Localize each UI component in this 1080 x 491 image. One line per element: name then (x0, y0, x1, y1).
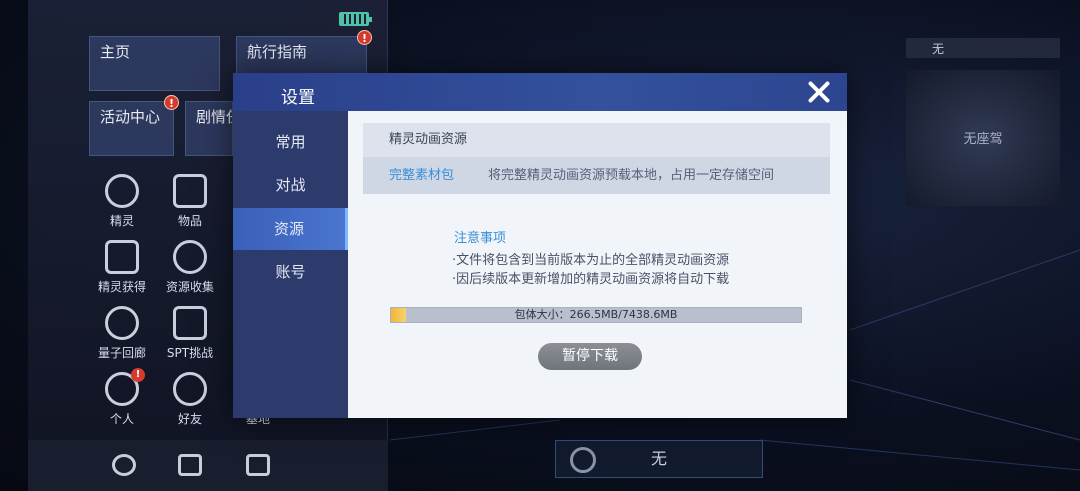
menu-elf-obtain-label: 精灵获得 (97, 280, 146, 294)
option-row[interactable]: 完整素材包 将完整精灵动画资源预载本地，占用一定存储空间 (363, 157, 830, 194)
dialog-title: 设置 (281, 88, 315, 108)
tile-activity-center-label: 活动中心 (100, 108, 161, 126)
spiral-icon (105, 306, 139, 340)
menu-items[interactable]: 物品 (157, 174, 223, 229)
settings-content: 精灵动画资源 完整素材包 将完整精灵动画资源预载本地，占用一定存储空间 注意事项… (348, 111, 847, 418)
slot-icon (570, 447, 596, 473)
pause-download-button[interactable]: 暂停下载 (538, 343, 642, 370)
progress-text: 包体大小：266.5MB/7438.6MB (514, 308, 678, 321)
menu-friends-label: 好友 (177, 412, 202, 426)
settings-tabs: 常用 对战 资源 账号 (233, 111, 348, 418)
alert-badge: ! (357, 30, 372, 45)
notice-line-2: ·因后续版本更新增加的精灵动画资源将自动下载 (452, 272, 730, 287)
tile-activity-center[interactable]: 活动中心 ! (89, 95, 179, 156)
menu-resource-collect[interactable]: 资源收集 (157, 240, 223, 295)
tile-voyage-guide-label: 航行指南 (247, 43, 308, 61)
notice-icon[interactable] (246, 454, 270, 476)
tile-story-label: 剧情任 (196, 108, 232, 126)
full-package-option[interactable]: 完整素材包 (389, 157, 454, 194)
option-description: 将完整精灵动画资源预载本地，占用一定存储空间 (488, 168, 775, 183)
notice-title: 注意事项 (454, 231, 507, 246)
alert-badge: ! (164, 95, 179, 110)
mount-card-label: 无座驾 (963, 132, 1003, 147)
crossed-swords-icon (105, 240, 139, 274)
mount-status: 无 (906, 38, 1060, 58)
tab-battle[interactable]: 对战 (233, 164, 348, 206)
menu-elf[interactable]: 精灵 (89, 174, 155, 229)
mount-card[interactable]: 无座驾 (906, 70, 1060, 206)
section-title: 精灵动画资源 (363, 123, 830, 157)
menu-elf-obtain[interactable]: 精灵获得 (89, 240, 155, 295)
friends-icon (173, 372, 207, 406)
menu-spt-challenge[interactable]: SPT挑战 (157, 306, 223, 361)
gear-icon[interactable] (112, 454, 136, 476)
close-icon[interactable] (807, 80, 831, 104)
menu-profile[interactable]: ! 个人 (89, 368, 155, 427)
tile-home[interactable]: 主页 (89, 36, 220, 91)
battery-icon (339, 12, 372, 26)
menu-spt-challenge-label: SPT挑战 (166, 346, 214, 360)
menu-resource-collect-label: 资源收集 (165, 280, 214, 294)
resource-icon (173, 240, 207, 274)
mail-icon[interactable] (178, 454, 202, 476)
menu-quantum-corridor[interactable]: 量子回廊 (89, 306, 155, 361)
tab-common[interactable]: 常用 (233, 121, 348, 163)
bottom-center-slot[interactable]: 无 (555, 440, 763, 478)
bottom-center-label: 无 (650, 449, 667, 468)
tile-home-label: 主页 (100, 43, 131, 61)
shield-icon (173, 306, 207, 340)
alert-badge: ! (131, 368, 145, 382)
settings-dialog: 设置 常用 对战 资源 账号 精灵动画资源 完整素材包 将完整精灵动画资源预载本… (233, 73, 847, 418)
mount-status-label: 无 (932, 42, 945, 56)
bottom-toolbar (28, 440, 388, 491)
tab-resources[interactable]: 资源 (233, 208, 348, 250)
dialog-header: 设置 (233, 73, 847, 111)
menu-profile-label: 个人 (109, 412, 134, 426)
elf-icon (105, 174, 139, 208)
menu-items-label: 物品 (177, 214, 202, 228)
menu-friends[interactable]: 好友 (157, 372, 223, 427)
menu-elf-label: 精灵 (109, 214, 134, 228)
tab-account[interactable]: 账号 (233, 251, 348, 293)
notice-line-1: ·文件将包含到当前版本为止的全部精灵动画资源 (452, 253, 730, 268)
tile-story[interactable]: 剧情任 (185, 101, 233, 156)
download-progress-bar: 包体大小：266.5MB/7438.6MB (390, 307, 802, 323)
item-icon (173, 174, 207, 208)
menu-quantum-corridor-label: 量子回廊 (97, 346, 146, 360)
